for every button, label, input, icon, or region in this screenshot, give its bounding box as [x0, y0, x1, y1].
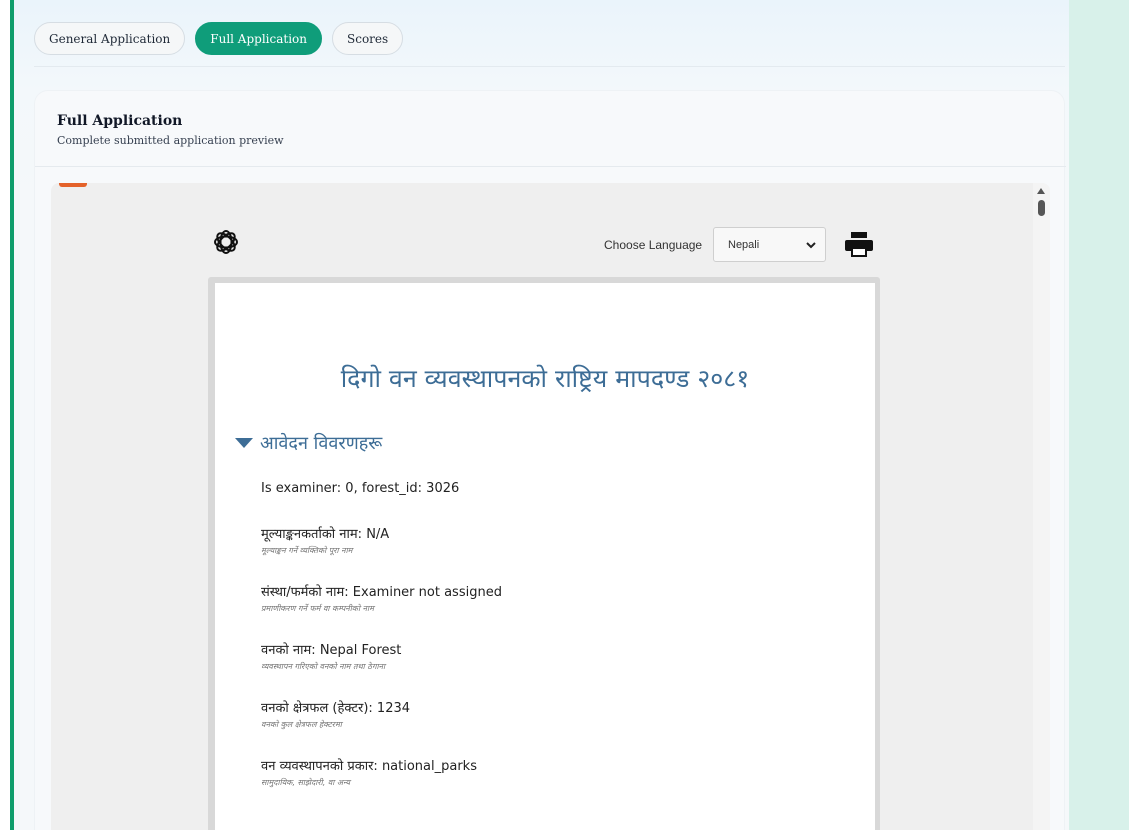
language-label: Choose Language	[604, 238, 703, 252]
tab-divider	[34, 66, 1065, 67]
tab-general-application[interactable]: General Application	[34, 22, 186, 55]
section-toggle-application-details[interactable]: आवेदन विवरणहरू	[235, 431, 382, 455]
language-select[interactable]: Nepali	[713, 227, 826, 262]
document-title: दिगो वन व्यवस्थापनको राष्ट्रिय मापदण्ड २…	[340, 364, 750, 393]
scroll-up-icon[interactable]	[1037, 188, 1045, 194]
scrollbar-thumb[interactable]	[1038, 200, 1045, 216]
application-preview-frame[interactable]: Choose Language Nepali दिगो वन व्यवस्थाप…	[51, 183, 1050, 830]
meta-line: Is examiner: 0, forest_id: 3026	[261, 481, 460, 496]
field-firm-name: संस्था/फर्मको नाम: Examiner not assigned…	[261, 585, 502, 613]
print-icon[interactable]	[844, 231, 874, 258]
field-examiner-name: मूल्याङ्कनकर्ताको नाम: N/A मूल्याङ्कन गर…	[261, 527, 390, 555]
right-side-panel	[1069, 0, 1129, 830]
document-page: दिगो वन व्यवस्थापनको राष्ट्रिय मापदण्ड २…	[215, 283, 875, 830]
tab-bar: General Application Full Application Sco…	[34, 22, 404, 55]
chevron-down-icon	[806, 242, 816, 249]
application-card: Full Application Complete submitted appl…	[34, 90, 1066, 830]
preview-marker	[59, 183, 87, 187]
card-title: Full Application	[57, 113, 183, 129]
field-forest-area: वनको क्षेत्रफल (हेक्टर): 1234 वनको कुल क…	[261, 701, 411, 729]
preview-scrollbar[interactable]	[1033, 183, 1050, 830]
logo-icon	[214, 230, 238, 254]
field-forest-name: वनको नाम: Nepal Forest व्यवस्थापन गरिएको…	[261, 643, 402, 671]
language-select-value: Nepali	[728, 238, 760, 251]
main-content: General Application Full Application Sco…	[14, 0, 1069, 830]
tab-scores[interactable]: Scores	[332, 22, 404, 55]
field-management-type: वन व्यवस्थापनको प्रकार: national_parks स…	[261, 759, 477, 787]
section-title: आवेदन विवरणहरू	[260, 433, 383, 454]
card-subtitle: Complete submitted application preview	[57, 134, 284, 147]
card-divider	[35, 166, 1066, 167]
caret-down-icon	[235, 438, 253, 448]
tab-full-application[interactable]: Full Application	[195, 22, 323, 55]
